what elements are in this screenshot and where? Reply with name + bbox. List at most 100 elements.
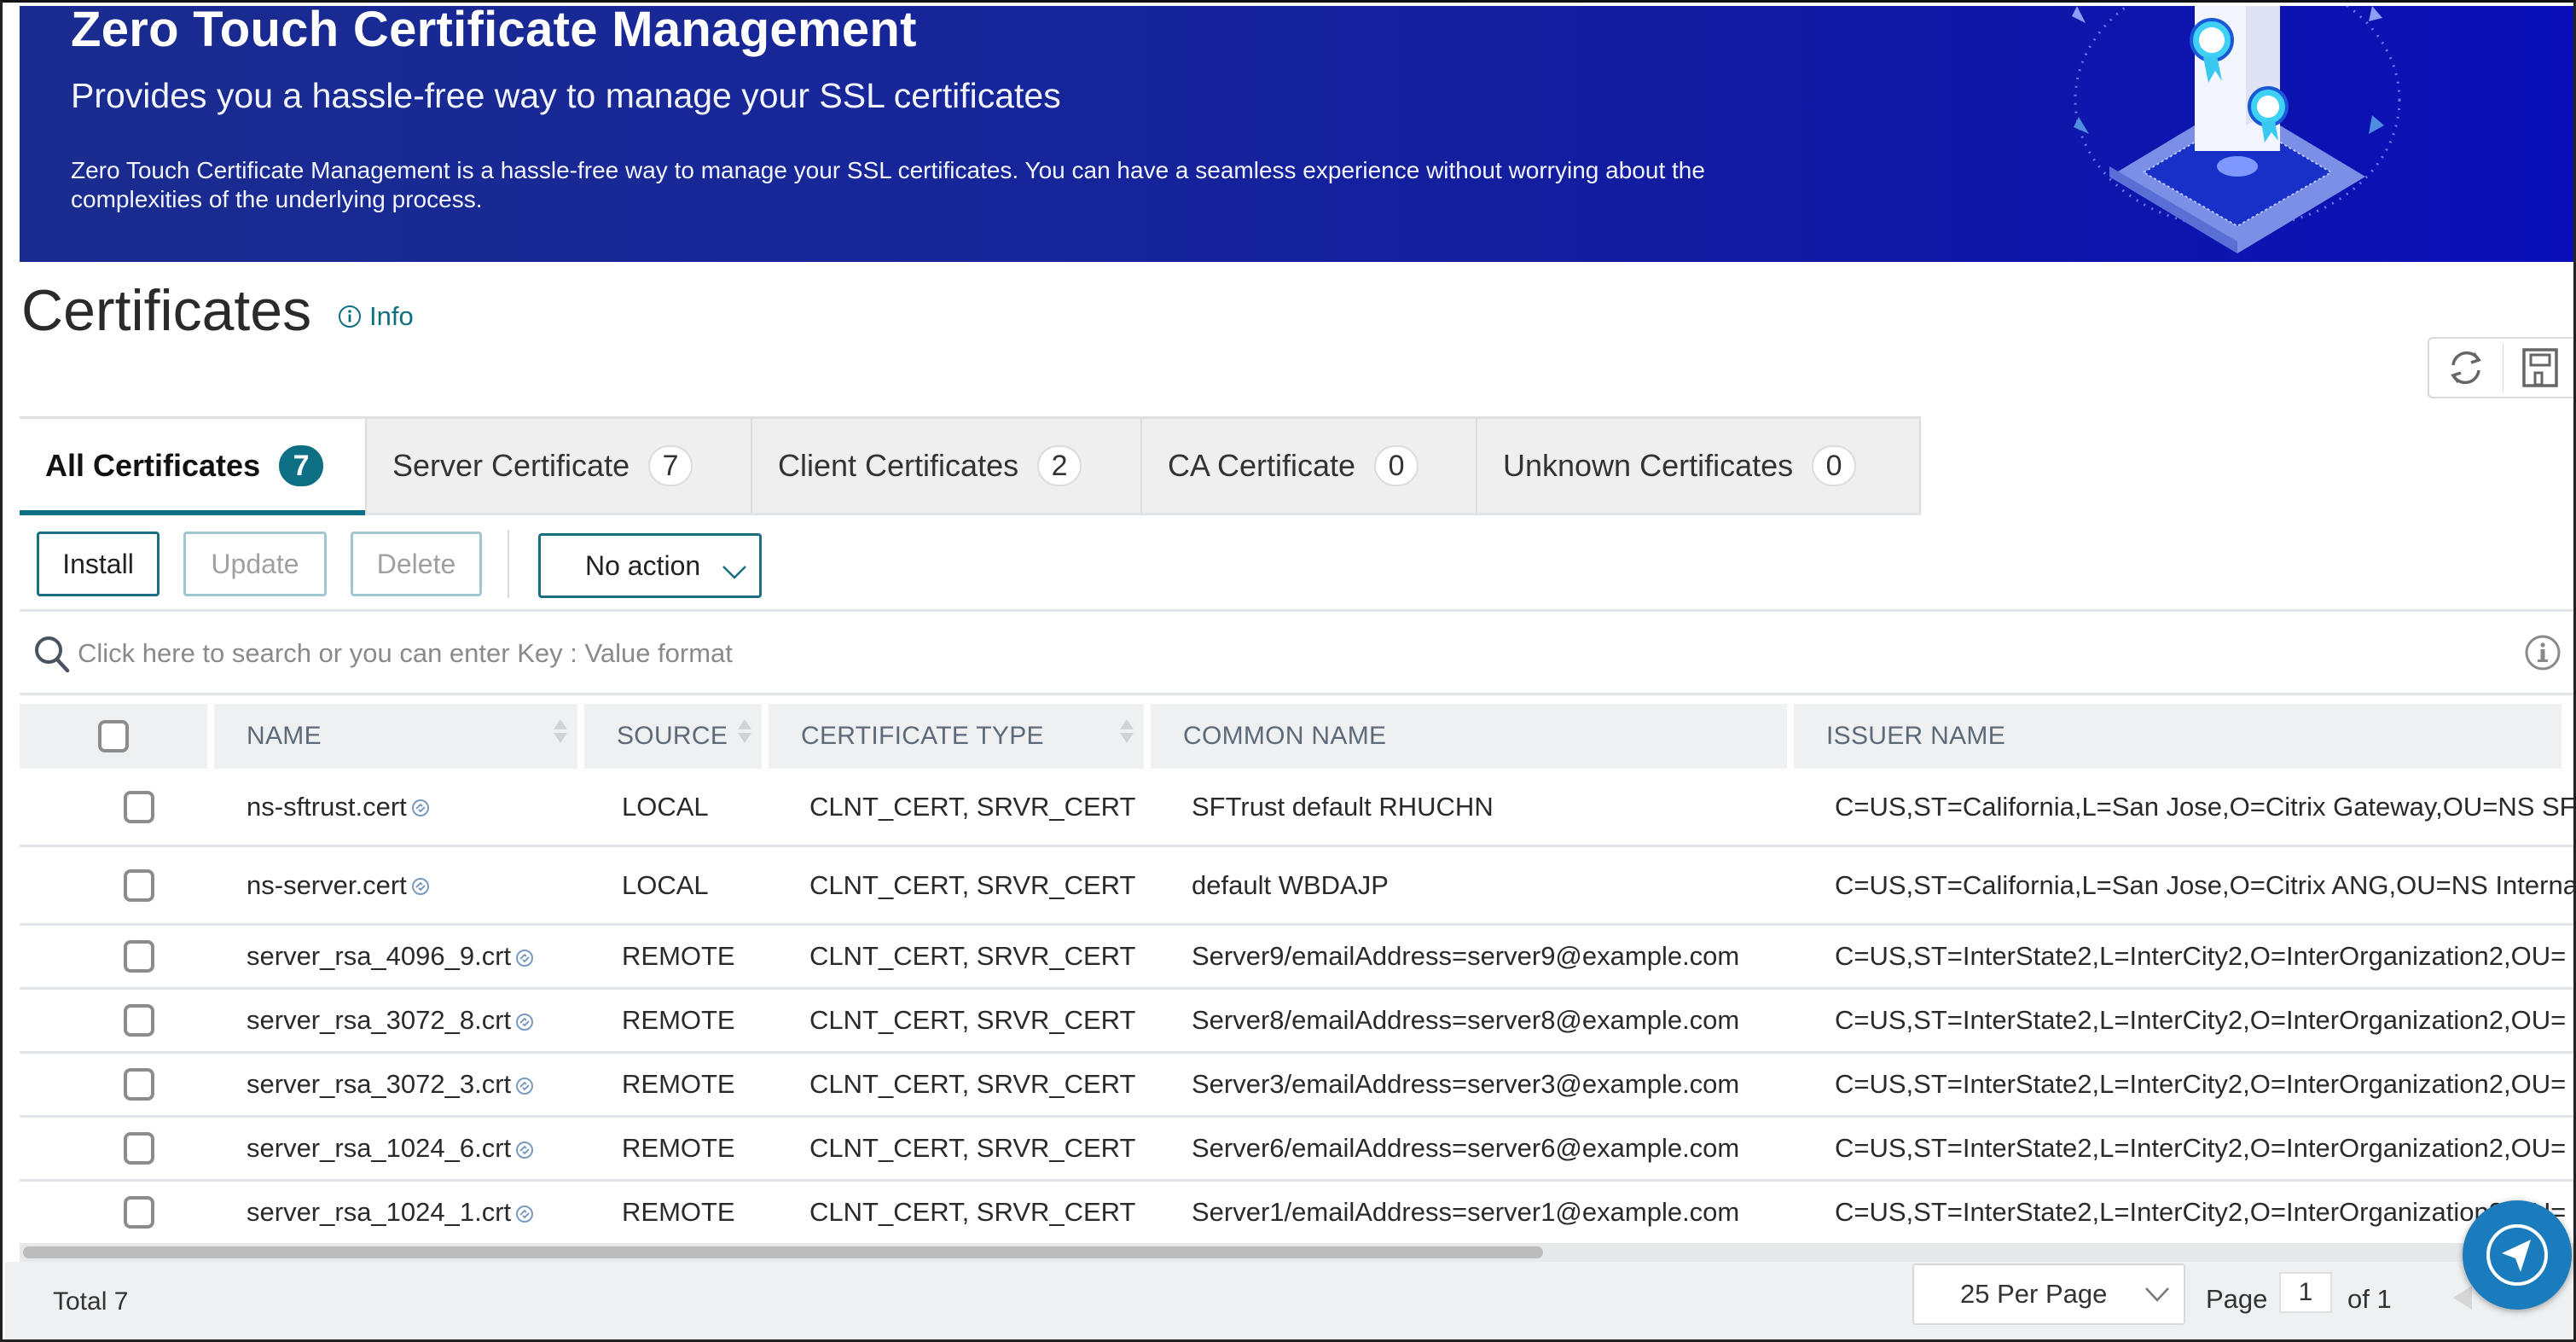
previous-page-icon[interactable]	[2453, 1286, 2472, 1310]
linked-certificate-icon[interactable]	[410, 876, 431, 897]
per-page-select[interactable]: 25 Per Page	[1912, 1264, 2185, 1325]
action-divider	[508, 530, 509, 598]
cell-name[interactable]: server_rsa_1024_6.crt	[247, 1133, 535, 1164]
column-label: ISSUER NAME	[1826, 722, 2006, 750]
search-input[interactable]	[78, 637, 2295, 669]
table-row[interactable]: server_rsa_3072_3.crt REMOTE CLNT_CERT, SR…	[20, 1054, 2573, 1118]
cell-common-name: SFTrust default RHUCHN	[1192, 791, 1494, 822]
column-label: NAME	[247, 722, 322, 750]
cell-certificate-type: CLNT_CERT, SRVR_CERT	[809, 791, 1136, 822]
cell-issuer-name: C=US,ST=InterState2,L=InterCity2,O=Inter…	[1835, 1197, 2567, 1227]
horizontal-scrollbar[interactable]	[20, 1243, 2573, 1262]
tab-client-certificates[interactable]: Client Certificates 2	[752, 419, 1142, 513]
cell-certificate-type: CLNT_CERT, SRVR_CERT	[809, 869, 1136, 900]
certificate-name-link[interactable]: ns-sftrust.cert	[247, 792, 407, 822]
cell-name[interactable]: ns-sftrust.cert	[247, 792, 431, 822]
linked-certificate-icon[interactable]	[514, 1140, 535, 1160]
certificate-name-link[interactable]: server_rsa_1024_1.crt	[247, 1197, 511, 1227]
cell-issuer-name: C=US,ST=InterState2,L=InterCity2,O=Inter…	[1835, 1133, 2567, 1163]
page-number-input[interactable]	[2279, 1272, 2332, 1313]
row-checkbox[interactable]	[124, 1132, 154, 1165]
info-link[interactable]: Info	[337, 301, 414, 332]
navigation-fab-button[interactable]	[2463, 1200, 2572, 1310]
cell-source: REMOTE	[622, 1197, 735, 1227]
total-count: Total 7	[53, 1287, 129, 1316]
cell-source: REMOTE	[622, 1069, 735, 1099]
table-row[interactable]: server_rsa_1024_6.crt REMOTE CLNT_CERT, SR…	[20, 1118, 2573, 1182]
refresh-button[interactable]	[2429, 339, 2503, 397]
certificate-name-link[interactable]: server_rsa_1024_6.crt	[247, 1133, 511, 1163]
tab-unknown-certificates[interactable]: Unknown Certificates 0	[1477, 419, 1921, 513]
tab-label: CA Certificate	[1168, 448, 1356, 483]
cell-name[interactable]: server_rsa_4096_9.crt	[247, 941, 535, 972]
certificate-illustration-icon	[2072, 6, 2401, 253]
column-header-name[interactable]: NAME	[214, 704, 577, 769]
table-row[interactable]: ns-server.cert LOCAL CLNT_CERT, SRVR_CERT d…	[20, 847, 2573, 926]
table-row[interactable]: server_rsa_4096_9.crt REMOTE CLNT_CERT, SR…	[20, 926, 2573, 990]
table-row[interactable]: server_rsa_3072_8.crt REMOTE CLNT_CERT, SR…	[20, 990, 2573, 1054]
row-checkbox[interactable]	[124, 869, 154, 902]
certificate-name-link[interactable]: server_rsa_4096_9.crt	[247, 941, 511, 971]
linked-certificate-icon[interactable]	[514, 948, 535, 968]
row-checkbox-cell	[124, 940, 154, 973]
cell-issuer-name: C=US,ST=InterState2,L=InterCity2,O=Inter…	[1835, 941, 2567, 971]
sort-icon[interactable]	[554, 719, 567, 743]
column-header-common-name[interactable]: COMMON NAME	[1151, 704, 1787, 769]
linked-certificate-icon[interactable]	[514, 1204, 535, 1224]
save-button[interactable]	[2503, 339, 2573, 397]
linked-certificate-icon[interactable]	[514, 1076, 535, 1096]
sort-icon[interactable]	[738, 719, 751, 743]
row-checkbox-cell	[124, 1068, 154, 1101]
table-row[interactable]: ns-sftrust.cert LOCAL CLNT_CERT, SRVR_CERT…	[20, 769, 2575, 847]
row-checkbox[interactable]	[124, 1068, 154, 1101]
update-button[interactable]: Update	[183, 532, 327, 596]
cell-source: REMOTE	[622, 941, 735, 971]
certificate-name-link[interactable]: ns-server.cert	[247, 870, 407, 900]
row-checkbox[interactable]	[124, 1004, 154, 1037]
cell-common-name: Server3/emailAddress=server3@example.com	[1192, 1069, 1740, 1099]
select-all-checkbox[interactable]	[98, 720, 129, 752]
install-button[interactable]: Install	[37, 532, 160, 596]
tab-label: Client Certificates	[778, 448, 1019, 483]
count-badge: 0	[1374, 445, 1419, 486]
tab-server-certificate[interactable]: Server Certificate 7	[367, 419, 752, 513]
certificate-name-link[interactable]: server_rsa_3072_3.crt	[247, 1069, 511, 1099]
cell-source: LOCAL	[622, 791, 709, 822]
column-header-certificate-type[interactable]: CERTIFICATE TYPE	[769, 704, 1144, 769]
count-badge: 2	[1037, 445, 1082, 486]
cell-name[interactable]: server_rsa_3072_8.crt	[247, 1005, 535, 1036]
info-icon	[339, 305, 361, 328]
column-header-issuer-name[interactable]: ISSUER NAME	[1794, 704, 2561, 769]
sort-icon[interactable]	[1120, 719, 1134, 743]
cell-name[interactable]: ns-server.cert	[247, 870, 431, 901]
table-row[interactable]: server_rsa_1024_1.crt REMOTE CLNT_CERT, SR…	[20, 1182, 2573, 1246]
cell-common-name: Server1/emailAddress=server1@example.com	[1192, 1197, 1740, 1227]
linked-certificate-icon[interactable]	[514, 1012, 535, 1032]
row-checkbox[interactable]	[124, 1196, 154, 1229]
cell-source: REMOTE	[622, 1005, 735, 1035]
scrollbar-thumb[interactable]	[23, 1246, 1543, 1258]
navigation-arrow-icon	[2486, 1224, 2548, 1286]
count-badge: 0	[1812, 445, 1857, 486]
row-checkbox[interactable]	[124, 940, 154, 973]
page-title: Certificates	[21, 278, 312, 343]
cell-name[interactable]: server_rsa_3072_3.crt	[247, 1069, 535, 1100]
delete-button[interactable]: Delete	[351, 532, 482, 596]
tab-ca-certificate[interactable]: CA Certificate 0	[1142, 419, 1477, 513]
action-select[interactable]: No action	[538, 533, 762, 598]
cell-name[interactable]: server_rsa_1024_1.crt	[247, 1197, 535, 1228]
linked-certificate-icon[interactable]	[410, 798, 431, 818]
certificate-name-link[interactable]: server_rsa_3072_8.crt	[247, 1005, 511, 1035]
row-checkbox[interactable]	[124, 790, 154, 823]
table-body: ns-sftrust.cert LOCAL CLNT_CERT, SRVR_CERT…	[20, 769, 2575, 1246]
table-header: NAME SOURCE CERTIFICATE TYPE COMMON NAME…	[20, 704, 2568, 769]
promo-banner: Zero Touch Certificate Management Provid…	[20, 6, 2573, 262]
banner-description: Zero Touch Certificate Management is a h…	[71, 157, 1705, 212]
cell-common-name: default WBDAJP	[1192, 869, 1389, 900]
tab-all-certificates[interactable]: All Certificates 7	[20, 419, 367, 515]
cell-common-name: Server6/emailAddress=server6@example.com	[1192, 1133, 1740, 1163]
search-help-icon[interactable]	[2524, 634, 2561, 671]
column-header-source[interactable]: SOURCE	[584, 704, 762, 769]
cell-common-name: Server9/emailAddress=server9@example.com	[1192, 941, 1740, 971]
cell-issuer-name: C=US,ST=California,L=San Jose,O=Citrix G…	[1835, 791, 2575, 822]
